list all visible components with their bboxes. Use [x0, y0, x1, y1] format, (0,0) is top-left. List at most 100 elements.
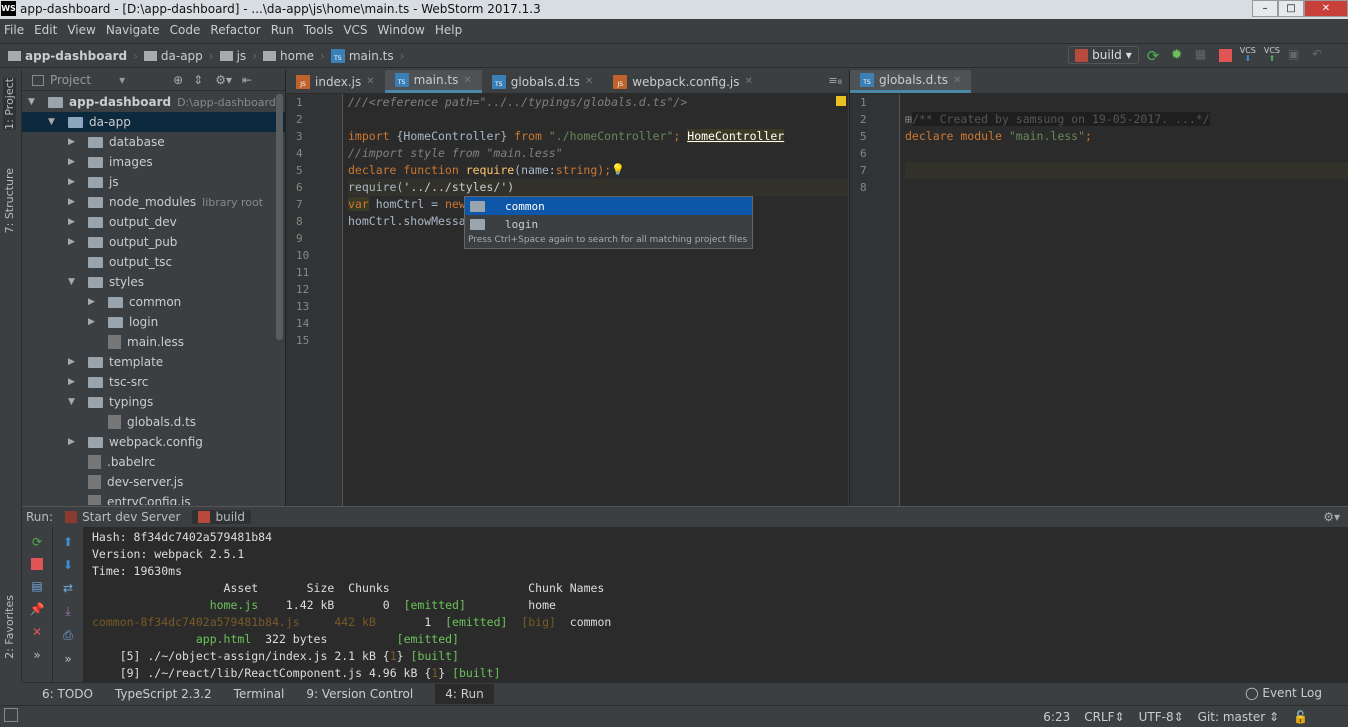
more-icon[interactable]: »	[64, 652, 71, 666]
close-tab-icon[interactable]: ✕	[366, 76, 374, 87]
print-icon[interactable]: ⎙	[63, 628, 73, 643]
collapsed-arrow-icon[interactable]: ▶	[68, 137, 80, 147]
maximize-button[interactable]: □	[1278, 0, 1304, 17]
menu-code[interactable]: Code	[170, 23, 201, 37]
collapse-icon[interactable]: ⇕	[193, 73, 203, 87]
tree-item[interactable]: ▼ da-app	[22, 112, 285, 132]
editor-tab[interactable]: TS main.ts ✕	[384, 70, 482, 93]
run-tab-build[interactable]: build	[192, 510, 251, 524]
run-config-select[interactable]: build ▾	[1068, 46, 1139, 64]
menu-window[interactable]: Window	[378, 23, 425, 37]
tab-list-icon[interactable]: ≡₈	[828, 74, 842, 87]
menu-vcs[interactable]: VCS	[343, 23, 367, 37]
tree-item[interactable]: ▼ styles	[22, 272, 285, 292]
menu-tools[interactable]: Tools	[304, 23, 334, 37]
collapsed-arrow-icon[interactable]: ▶	[68, 237, 80, 247]
tab-project[interactable]: 1: Project	[3, 78, 16, 130]
close-tab-icon[interactable]: ✕	[585, 76, 593, 87]
breadcrumb-item[interactable]: js ›	[219, 49, 257, 63]
tool-tab[interactable]: 9: Version Control	[306, 687, 413, 701]
status-position[interactable]: 6:23	[1043, 710, 1070, 724]
breadcrumb-item[interactable]: app-dashboard ›	[8, 49, 138, 63]
tab-favorites[interactable]: 2: Favorites	[3, 595, 16, 659]
vcs-commit-button[interactable]: VCS ⬆	[1264, 47, 1280, 63]
tree-item[interactable]: main.less	[22, 332, 285, 352]
menu-navigate[interactable]: Navigate	[106, 23, 160, 37]
expanded-arrow-icon[interactable]: ▼	[68, 397, 80, 407]
down-icon[interactable]: ⬇	[63, 558, 73, 572]
tree-item[interactable]: ▶ common	[22, 292, 285, 312]
breadcrumb-item[interactable]: home ›	[263, 49, 325, 63]
status-vcs-branch[interactable]: Git: master ⇕	[1198, 710, 1279, 724]
pin-icon[interactable]: 📌	[30, 602, 45, 616]
stop-icon[interactable]	[31, 558, 43, 570]
menu-refactor[interactable]: Refactor	[210, 23, 260, 37]
collapsed-arrow-icon[interactable]: ▶	[68, 177, 80, 187]
breadcrumb-item[interactable]: da-app ›	[143, 49, 214, 63]
settings-icon[interactable]: ⚙▾	[1323, 510, 1340, 524]
rerun-icon[interactable]: ⟳	[32, 535, 42, 549]
run-tab-start-dev-server[interactable]: Start dev Server	[65, 510, 180, 524]
expanded-arrow-icon[interactable]: ▼	[68, 277, 80, 287]
locate-icon[interactable]: ⊕	[173, 73, 183, 87]
scroll-end-icon[interactable]: ⤓	[65, 604, 70, 619]
collapsed-arrow-icon[interactable]: ▶	[68, 437, 80, 447]
collapsed-arrow-icon[interactable]: ▶	[88, 317, 100, 327]
tool-tab[interactable]: Terminal	[234, 687, 285, 701]
wrap-icon[interactable]: ⇄	[63, 581, 73, 595]
gear-icon[interactable]: ⚙▾	[215, 73, 232, 87]
inspection-indicator[interactable]	[836, 96, 846, 106]
menu-edit[interactable]: Edit	[34, 23, 57, 37]
tree-item[interactable]: ▶ js	[22, 172, 285, 192]
tree-item[interactable]: ▶ template	[22, 352, 285, 372]
breadcrumb-item[interactable]: TS main.ts ›	[330, 48, 404, 63]
code-line-1[interactable]: ///<reference path="../../typings/global…	[348, 95, 687, 109]
tool-tab[interactable]: TypeScript 2.3.2	[115, 687, 212, 701]
tool-tab[interactable]: 4: Run	[435, 683, 494, 704]
close-tab-icon[interactable]: ✕	[745, 76, 753, 87]
debug-icon[interactable]: ✹	[1171, 47, 1187, 63]
stop-icon[interactable]	[1218, 48, 1232, 62]
editor-tab[interactable]: TS globals.d.ts ✕	[850, 70, 972, 93]
minimize-button[interactable]: –	[1252, 0, 1278, 17]
tree-item[interactable]: ▶ tsc-src	[22, 372, 285, 392]
tree-item[interactable]: ▶ output_pub	[22, 232, 285, 252]
project-scrollbar[interactable]	[276, 94, 283, 340]
vcs-update-button[interactable]: VCS ⬇	[1240, 47, 1256, 63]
more-icon[interactable]: »	[33, 648, 40, 662]
tree-item[interactable]: dev-server.js	[22, 472, 285, 492]
tree-item[interactable]: ▶ login	[22, 312, 285, 332]
collapsed-arrow-icon[interactable]: ▶	[68, 377, 80, 387]
event-log-button[interactable]: ◯ Event Log	[1245, 686, 1322, 700]
editor-tab[interactable]: JS webpack.config.js ✕	[603, 70, 763, 93]
menu-file[interactable]: File	[4, 23, 24, 37]
close-icon[interactable]: ✕	[32, 625, 42, 639]
tool-tab[interactable]: 6: TODO	[42, 687, 93, 701]
status-encoding[interactable]: UTF-8⇕	[1139, 710, 1184, 724]
status-line-separator[interactable]: CRLF⇕	[1084, 710, 1124, 724]
close-tab-icon[interactable]: ✕	[463, 75, 471, 86]
layout-icon[interactable]: ▤	[31, 579, 42, 593]
console-output[interactable]: Hash: 8f34dc7402a579481b84 Version: webp…	[92, 529, 611, 682]
coverage-icon[interactable]: ▦	[1195, 47, 1211, 63]
completion-item[interactable]: common	[465, 197, 752, 215]
tree-item[interactable]: globals.d.ts	[22, 412, 285, 432]
project-view-select[interactable]: Project	[50, 73, 91, 87]
editor-tab[interactable]: JS index.js ✕	[286, 70, 385, 93]
menu-run[interactable]: Run	[271, 23, 294, 37]
tree-item[interactable]: ▼ typings	[22, 392, 285, 412]
tree-item[interactable]: ▶ output_dev	[22, 212, 285, 232]
collapsed-arrow-icon[interactable]: ▶	[68, 357, 80, 367]
collapsed-arrow-icon[interactable]: ▶	[68, 157, 80, 167]
tab-structure[interactable]: 7: Structure	[3, 168, 16, 233]
lightbulb-icon[interactable]: 💡	[611, 163, 625, 176]
tree-item[interactable]: entryConfig.js	[22, 492, 285, 505]
tree-item[interactable]: .babelrc	[22, 452, 285, 472]
menu-help[interactable]: Help	[435, 23, 462, 37]
tree-item[interactable]: ▼ app-dashboard D:\app-dashboard	[22, 92, 285, 112]
collapsed-arrow-icon[interactable]: ▶	[68, 197, 80, 207]
collapsed-arrow-icon[interactable]: ▶	[88, 297, 100, 307]
current-line-string[interactable]: '../../styles/')	[403, 180, 514, 194]
tree-item[interactable]: ▶ webpack.config	[22, 432, 285, 452]
tree-item[interactable]: ▶ node_modules library root	[22, 192, 285, 212]
